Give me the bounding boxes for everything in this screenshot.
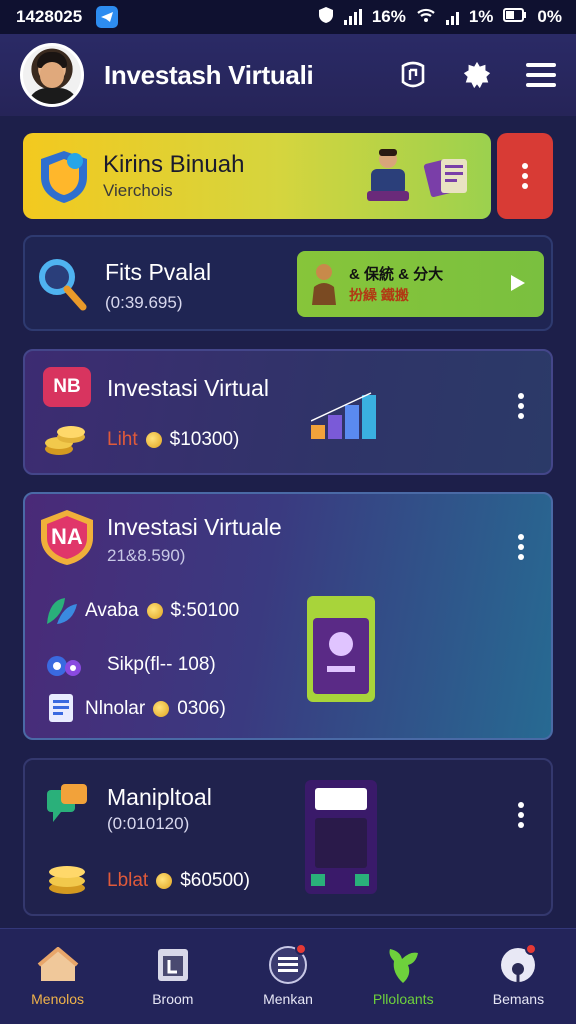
shield-icon [318, 6, 334, 29]
battery-text: 1% [468, 7, 494, 26]
page-title: Investash Virtuali [104, 59, 314, 90]
nav-label: Broom [152, 991, 194, 1007]
home-icon [37, 945, 79, 985]
shield-badge-icon [35, 147, 93, 205]
nav-label: Bemans [492, 991, 545, 1007]
play-arrow-icon [509, 273, 527, 298]
plant-icon [382, 945, 424, 985]
value-text: $60500) [180, 870, 250, 891]
person-icon [309, 261, 339, 307]
nav-label: Plloloants [372, 991, 434, 1007]
gear-icon [43, 648, 83, 684]
logo-text: NB [53, 376, 81, 397]
more-vertical-icon[interactable] [511, 530, 531, 564]
documents-illustration-icon [423, 151, 471, 201]
nav-item-menu[interactable]: Menkan [230, 929, 345, 1024]
leaf-icon [43, 594, 79, 628]
card-subtitle: (0:010120) [107, 814, 190, 833]
investment-card[interactable]: NB Investasi Virtual Liht $10300) [23, 349, 553, 475]
nav-item-bemans[interactable]: Bemans [461, 929, 576, 1024]
value-row: Lblat $60500) [107, 870, 250, 892]
status-bar: 1428025 16% 1% 0% [0, 0, 576, 34]
detail-row: Sikp(fl-- 108) [107, 654, 216, 676]
bottom-navigation: Menolos Broom Menkan Plloloants Bemans [0, 928, 576, 1024]
value-tag: Lblat [107, 870, 149, 891]
coin-icon [145, 432, 162, 448]
search-card[interactable]: Fits Pvalal (0:39.695) & 保統 & 分大 扮繰 鐵搬 [23, 235, 553, 331]
signal-text: 16% [371, 7, 406, 26]
cta-button[interactable]: & 保統 & 分大 扮繰 鐵搬 [297, 251, 544, 317]
menu-icon[interactable] [526, 60, 556, 90]
card-title: Fits Pvalal [105, 259, 212, 285]
status-time: 1428025 [16, 7, 83, 26]
more-vertical-icon[interactable] [511, 798, 531, 832]
settings-gear-icon[interactable] [462, 60, 492, 90]
manipulation-card[interactable]: Manipltoal (0:010120) Lblat $60500) [23, 758, 553, 916]
battery-icon [503, 7, 527, 27]
chat-bubble-icon [45, 782, 89, 824]
globe-icon [497, 943, 539, 985]
signal-icon [343, 9, 362, 25]
detail-row: Nlnolar 0306) [85, 698, 226, 720]
badge-icon[interactable] [398, 60, 428, 90]
featured-more-button[interactable] [497, 133, 553, 219]
row-value: $:50100 [170, 600, 240, 621]
coins-icon [45, 860, 89, 896]
row-label: Sikp(fl-- 108) [107, 654, 216, 675]
coin-icon [153, 701, 170, 717]
value-tag: Liht [107, 429, 138, 450]
phone-illustration-icon [303, 778, 379, 896]
vault-box-icon [303, 592, 379, 706]
row-value: 0306) [177, 698, 226, 719]
card-title: Kirins Binuah [103, 151, 245, 178]
investment-detail-card[interactable]: NA Investasi Virtuale 21&8.590) Avaba $:… [23, 492, 553, 740]
coin-icon [146, 603, 163, 619]
app-bar: Investash Virtuali [0, 34, 576, 116]
nav-label: Menolos [31, 991, 85, 1007]
cta-line-1: & 保統 & 分大 [349, 266, 444, 283]
document-icon [152, 945, 194, 985]
card-title: Investasi Virtual [107, 375, 269, 401]
more-vertical-icon [515, 159, 535, 193]
coins-icon [43, 423, 87, 457]
bar-chart-icon [310, 391, 377, 441]
nav-item-home[interactable]: Menolos [0, 929, 115, 1024]
list-icon [267, 943, 309, 985]
signal-icon-2 [445, 9, 459, 25]
extra-status-text: 0% [537, 7, 562, 26]
value-text: $10300) [169, 429, 240, 450]
nb-logo-icon: NB [43, 367, 91, 407]
coin-icon [156, 873, 173, 889]
logo-text: NA [51, 524, 83, 549]
more-vertical-icon[interactable] [511, 389, 531, 423]
telegram-icon [96, 6, 119, 28]
row-label: Nlnolar [85, 698, 146, 719]
row-label: Avaba [85, 600, 139, 621]
notification-dot [295, 943, 307, 955]
detail-row: Avaba $:50100 [85, 600, 239, 622]
document-icon [47, 692, 77, 724]
card-title: Investasi Virtuale [107, 514, 282, 540]
avatar[interactable] [20, 43, 84, 107]
card-title: Manipltoal [107, 784, 212, 810]
card-subtitle: Vierchois [103, 181, 173, 200]
nav-label: Menkan [263, 991, 313, 1007]
person-illustration-icon [363, 147, 413, 203]
value-row: Liht $10300) [107, 429, 239, 451]
card-subtitle: (0:39.695) [105, 293, 183, 312]
wifi-icon [416, 7, 436, 28]
cta-line-2: 扮繰 鐵搬 [349, 287, 409, 303]
featured-card[interactable]: Kirins Binuah Vierchois [23, 133, 491, 219]
card-subtitle: 21&8.590) [107, 546, 186, 565]
nav-item-plants[interactable]: Plloloants [346, 929, 461, 1024]
search-icon [37, 257, 89, 313]
nav-item-broom[interactable]: Broom [115, 929, 230, 1024]
na-logo-icon: NA [37, 508, 97, 566]
